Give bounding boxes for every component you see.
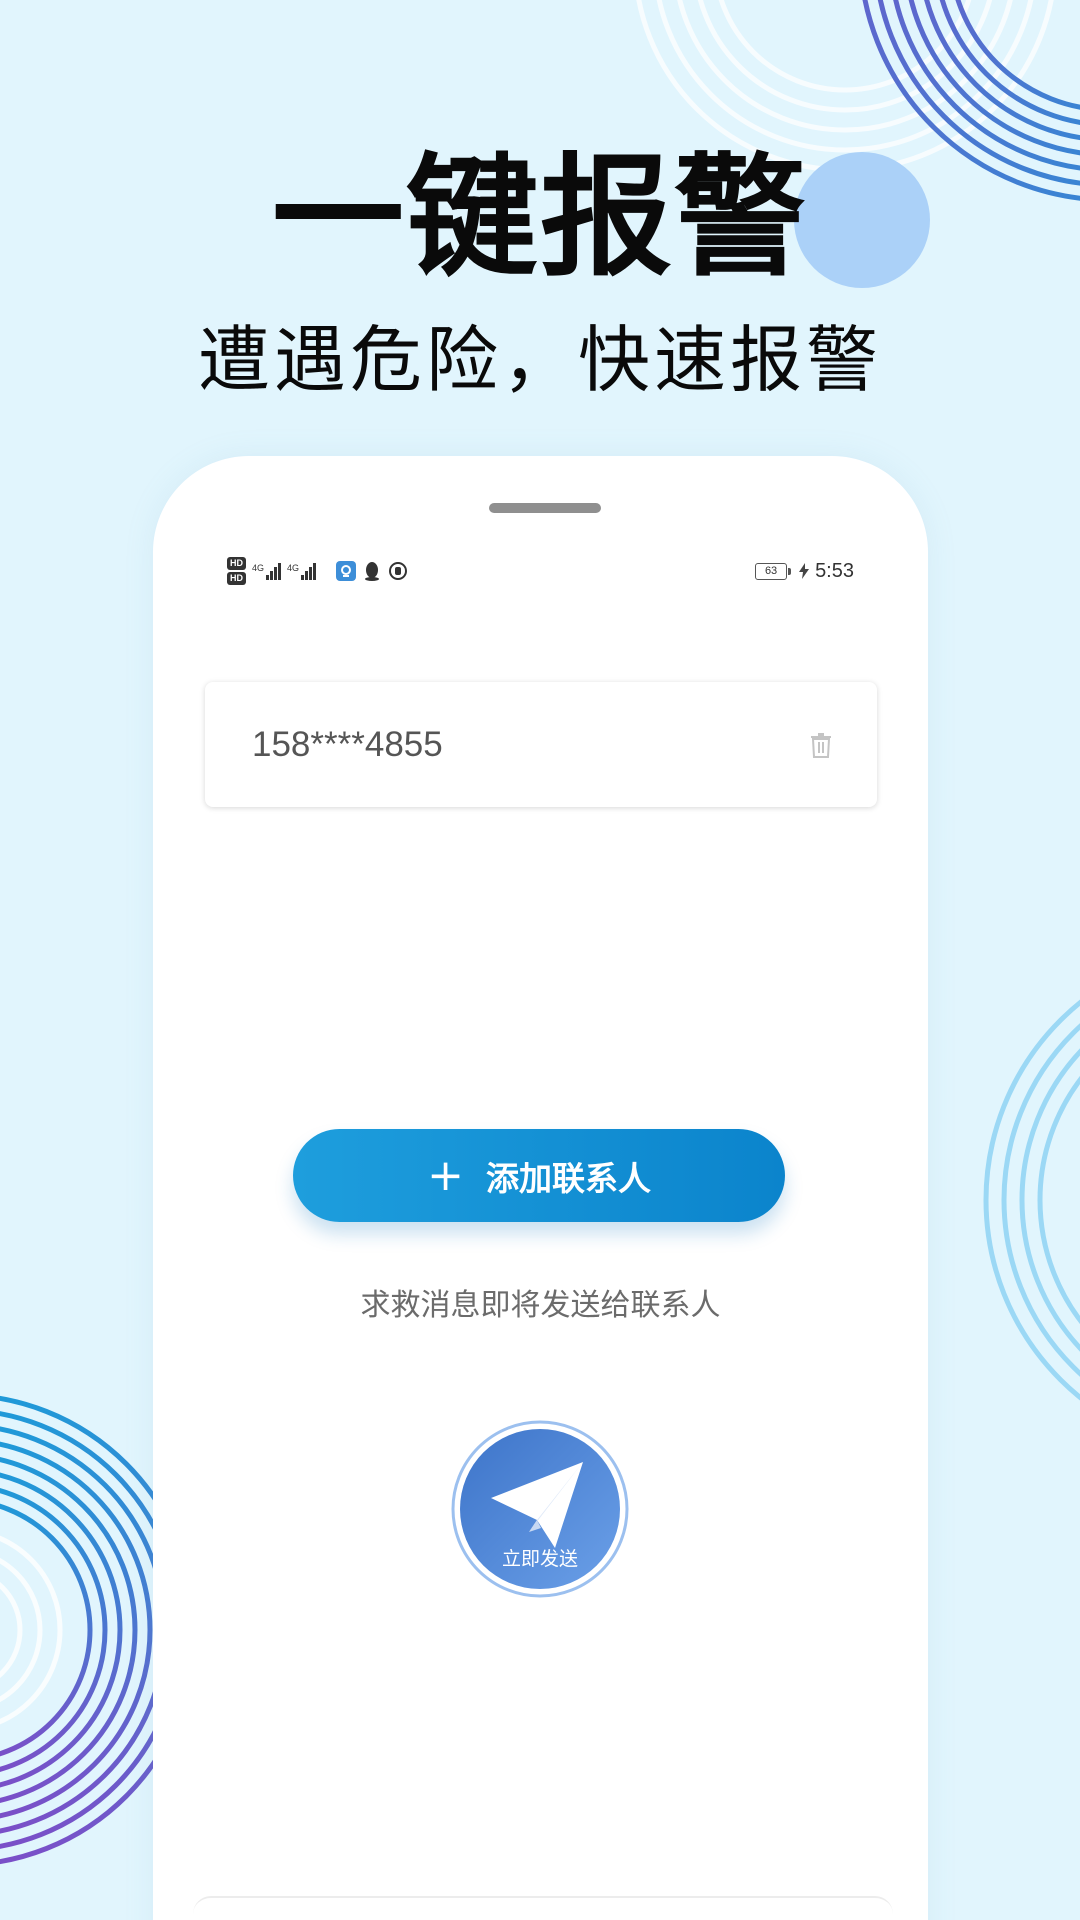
- status-time: 5:53: [815, 559, 854, 582]
- notification-icons: [336, 561, 408, 581]
- location-app-icon: [336, 561, 357, 581]
- send-now-label: 立即发送: [502, 1548, 578, 1570]
- phone-mockup: HD HD 4G 4G 63 5:53 158****4855 + 添加联系人 …: [153, 456, 928, 1920]
- promo-headline: 一键报警: [272, 141, 808, 295]
- send-hint-text: 求救消息即将发送给联系人: [360, 1288, 721, 1323]
- status-bar-right: 63 5:53: [755, 551, 854, 591]
- add-contact-label: 添加联系人: [485, 1158, 651, 1198]
- hd-badges: HD HD: [227, 557, 246, 585]
- status-bar-left: HD HD 4G 4G: [227, 551, 408, 591]
- bottom-nav-edge: [193, 1896, 893, 1920]
- plus-icon: +: [427, 1149, 464, 1201]
- qq-icon: [362, 561, 382, 581]
- signal-1-icon: 4G: [252, 562, 282, 580]
- hd-badge-2: HD: [227, 572, 246, 585]
- phone-notch: [489, 503, 601, 513]
- add-contact-button[interactable]: + 添加联系人: [293, 1129, 785, 1222]
- contact-card[interactable]: 158****4855: [205, 682, 877, 807]
- contact-number: 158****4855: [252, 725, 443, 764]
- delete-trash-icon[interactable]: [809, 732, 833, 758]
- send-now-button[interactable]: 立即发送: [451, 1420, 629, 1598]
- charging-icon: [799, 563, 810, 579]
- signal-2-label: 4G: [287, 562, 300, 573]
- signal-2-icon: 4G: [287, 562, 317, 580]
- signal-1-label: 4G: [252, 562, 265, 573]
- promo-subline: 遭遇危险，快速报警: [197, 318, 882, 402]
- hd-badge-1: HD: [227, 557, 246, 570]
- hand-app-icon: [388, 561, 408, 581]
- battery-icon: 63: [755, 562, 792, 580]
